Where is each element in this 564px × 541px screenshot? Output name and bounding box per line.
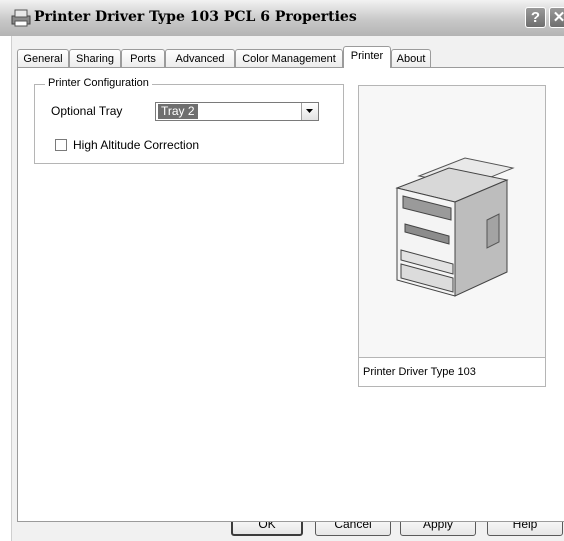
tab-label: General [23,53,63,65]
chevron-down-icon[interactable] [301,103,318,120]
tab-about[interactable]: About [391,49,431,67]
tab-label: Sharing [76,53,114,65]
optional-tray-value: Tray 2 [158,104,198,119]
tab-label: Printer [350,50,384,62]
tab-printer[interactable]: Printer [343,46,391,68]
high-altitude-label: High Altitude Correction [73,138,200,152]
tab-advanced[interactable]: Advanced [165,49,235,67]
tab-sharing[interactable]: Sharing [69,49,121,67]
title-bar[interactable]: Printer Driver Type 103 PCL 6 Properties… [0,0,564,36]
printer-model-caption: Printer Driver Type 103 [359,357,545,386]
printer-icon [11,9,31,27]
tab-label: Color Management [242,53,336,65]
help-icon[interactable]: ? [525,7,546,28]
tab-color-management[interactable]: Color Management [235,49,343,67]
close-icon[interactable]: ✕ [549,7,564,28]
group-title: Printer Configuration [45,77,152,89]
tab-label: Advanced [175,53,225,65]
optional-tray-label: Optional Tray [51,104,123,118]
properties-dialog: Printer Driver Type 103 PCL 6 Properties… [0,0,564,541]
tab-ports[interactable]: Ports [121,49,165,67]
tab-label: About [396,53,426,65]
optional-tray-select[interactable]: Tray 2 [155,102,319,121]
dialog-body: General Sharing Ports Advanced Color Man… [11,36,564,541]
printer-preview: Printer Driver Type 103 [358,85,546,387]
window-title: Printer Driver Type 103 PCL 6 Properties [34,9,357,25]
high-altitude-checkbox[interactable] [55,139,67,151]
tab-general[interactable]: General [17,49,69,67]
printer-configuration-group: Printer Configuration Optional Tray Tray… [34,77,344,164]
tab-panel-printer: Printer Configuration Optional Tray Tray… [17,67,564,522]
tab-label: Ports [130,53,156,65]
printer-image [395,157,515,297]
